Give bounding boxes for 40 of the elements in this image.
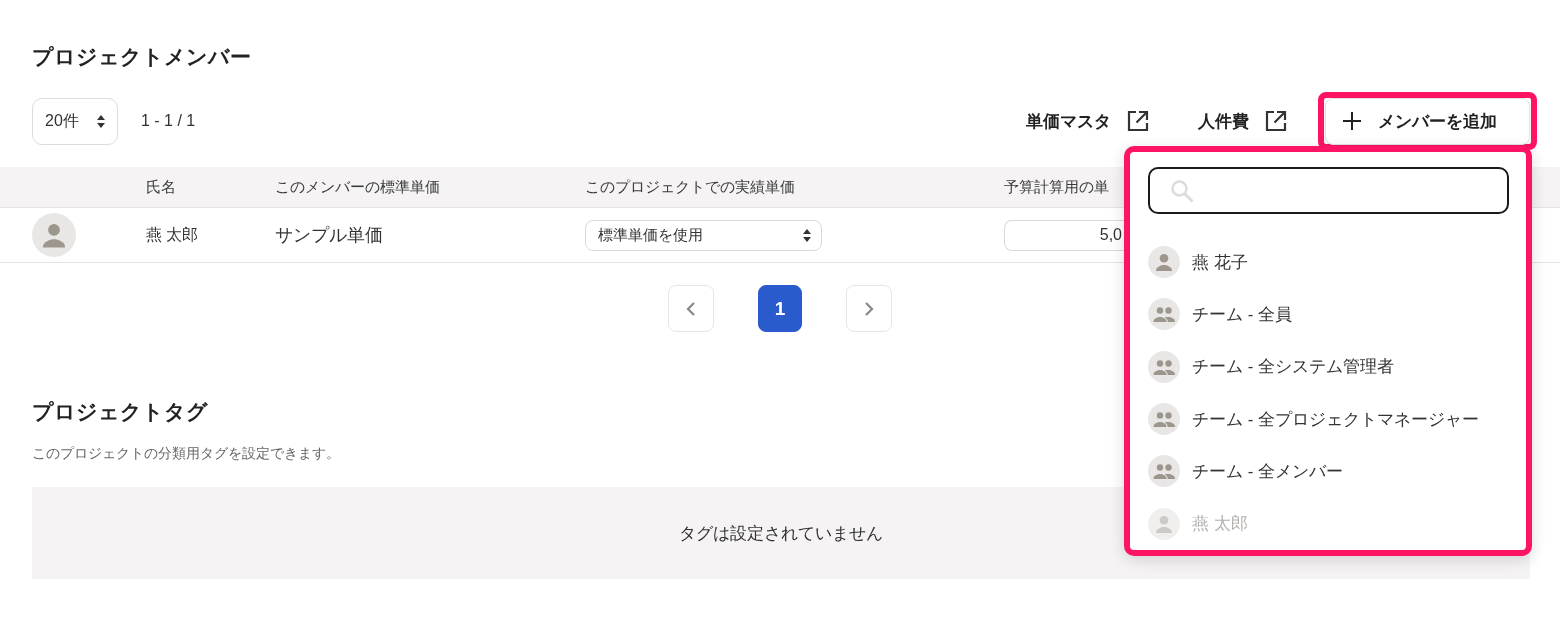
result-range: 1 - 1 / 1 bbox=[141, 112, 196, 130]
standard-rate: サンプル単価 bbox=[275, 224, 383, 247]
column-header: 予算計算用の単 bbox=[1004, 177, 1109, 197]
sort-caret-icon bbox=[97, 114, 105, 128]
group-avatar-icon bbox=[1148, 298, 1180, 331]
previous-page-button[interactable] bbox=[668, 285, 714, 332]
column-header: 氏名 bbox=[146, 177, 176, 197]
chevron-right-icon bbox=[864, 300, 874, 317]
member-option[interactable]: チーム - 全員 bbox=[1148, 288, 1509, 341]
member-option[interactable]: 燕 花子 bbox=[1148, 236, 1509, 289]
empty-message: タグは設定されていません bbox=[679, 522, 883, 545]
section-title: プロジェクトメンバー bbox=[32, 44, 251, 70]
group-avatar-icon bbox=[1148, 350, 1180, 383]
member-name: 燕 太郎 bbox=[146, 224, 199, 245]
search-icon bbox=[1170, 178, 1194, 203]
external-link-icon bbox=[1265, 110, 1287, 132]
page-button[interactable]: 1 bbox=[758, 285, 802, 332]
column-header: このメンバーの標準単価 bbox=[275, 177, 440, 197]
external-link-icon bbox=[1127, 110, 1149, 132]
group-avatar-icon bbox=[1148, 403, 1180, 436]
member-option[interactable]: チーム - 全システム管理者 bbox=[1148, 340, 1509, 393]
person-avatar-icon bbox=[1148, 507, 1180, 540]
section-title: プロジェクトタグ bbox=[32, 399, 208, 425]
member-option[interactable]: チーム - 全プロジェクトマネージャー bbox=[1148, 392, 1509, 446]
page-size-select[interactable]: 20件 bbox=[32, 97, 118, 145]
sort-caret-icon bbox=[803, 228, 811, 242]
person-avatar-icon bbox=[1148, 246, 1180, 279]
external-link[interactable]: 人件費 bbox=[1198, 109, 1287, 133]
chevron-left-icon bbox=[686, 300, 696, 317]
add-member-button[interactable]: メンバーを追加 bbox=[1325, 97, 1530, 145]
column-header: このプロジェクトでの実績単価 bbox=[585, 177, 795, 197]
search-field[interactable] bbox=[1148, 167, 1509, 214]
section-description: このプロジェクトの分類用タグを設定できます。 bbox=[32, 444, 340, 463]
external-link[interactable]: 単価マスタ bbox=[1026, 109, 1149, 133]
member-option[interactable]: チーム - 全メンバー bbox=[1148, 445, 1509, 498]
group-avatar-icon bbox=[1148, 455, 1180, 488]
person-avatar-icon bbox=[32, 213, 76, 257]
rate-select[interactable]: 標準単価を使用 bbox=[585, 219, 822, 251]
plus-icon bbox=[1342, 111, 1362, 131]
next-page-button[interactable] bbox=[846, 285, 892, 332]
